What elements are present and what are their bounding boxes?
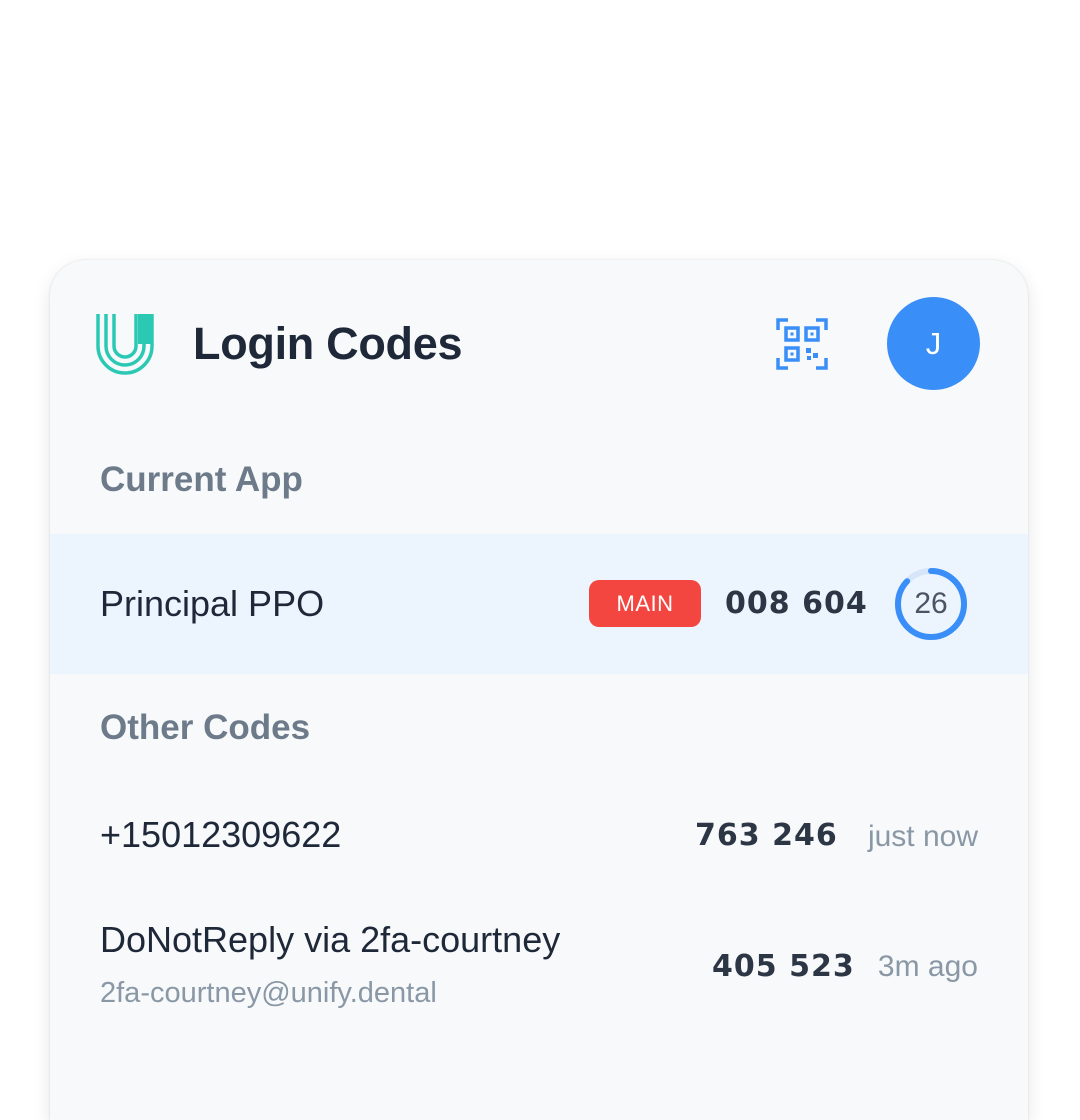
page-title: Login Codes <box>193 318 463 369</box>
code-row-email: 2fa-courtney@unify.dental <box>100 977 437 1009</box>
code-row-time: 3m ago <box>877 950 978 983</box>
panel-header: Login Codes J <box>50 260 1028 430</box>
current-app-code[interactable]: 008 604 <box>725 586 868 621</box>
current-app-row[interactable]: Principal PPO MAIN 008 604 26 <box>50 534 1028 674</box>
user-avatar[interactable]: J <box>887 297 980 390</box>
code-row[interactable]: +15012309622 763 246 just now <box>50 790 1028 880</box>
code-row-code[interactable]: 405 523 <box>712 949 855 984</box>
unify-logo <box>96 314 154 375</box>
countdown-seconds: 26 <box>914 587 948 620</box>
code-row-name: DoNotReply via 2fa-courtney <box>100 919 561 960</box>
code-row-code[interactable]: 763 246 <box>695 818 838 853</box>
qr-code-icon[interactable] <box>776 318 828 370</box>
code-row[interactable]: DoNotReply via 2fa-courtney 2fa-courtney… <box>50 900 1028 1030</box>
current-app-heading: Current App <box>100 460 303 499</box>
current-app-name: Principal PPO <box>100 583 325 624</box>
code-row-name: +15012309622 <box>100 814 342 855</box>
other-codes-heading: Other Codes <box>100 708 311 747</box>
main-badge: MAIN <box>589 580 701 627</box>
login-codes-panel: Login Codes J Current App Principal PPO <box>50 260 1028 1120</box>
code-row-time: just now <box>867 820 978 853</box>
